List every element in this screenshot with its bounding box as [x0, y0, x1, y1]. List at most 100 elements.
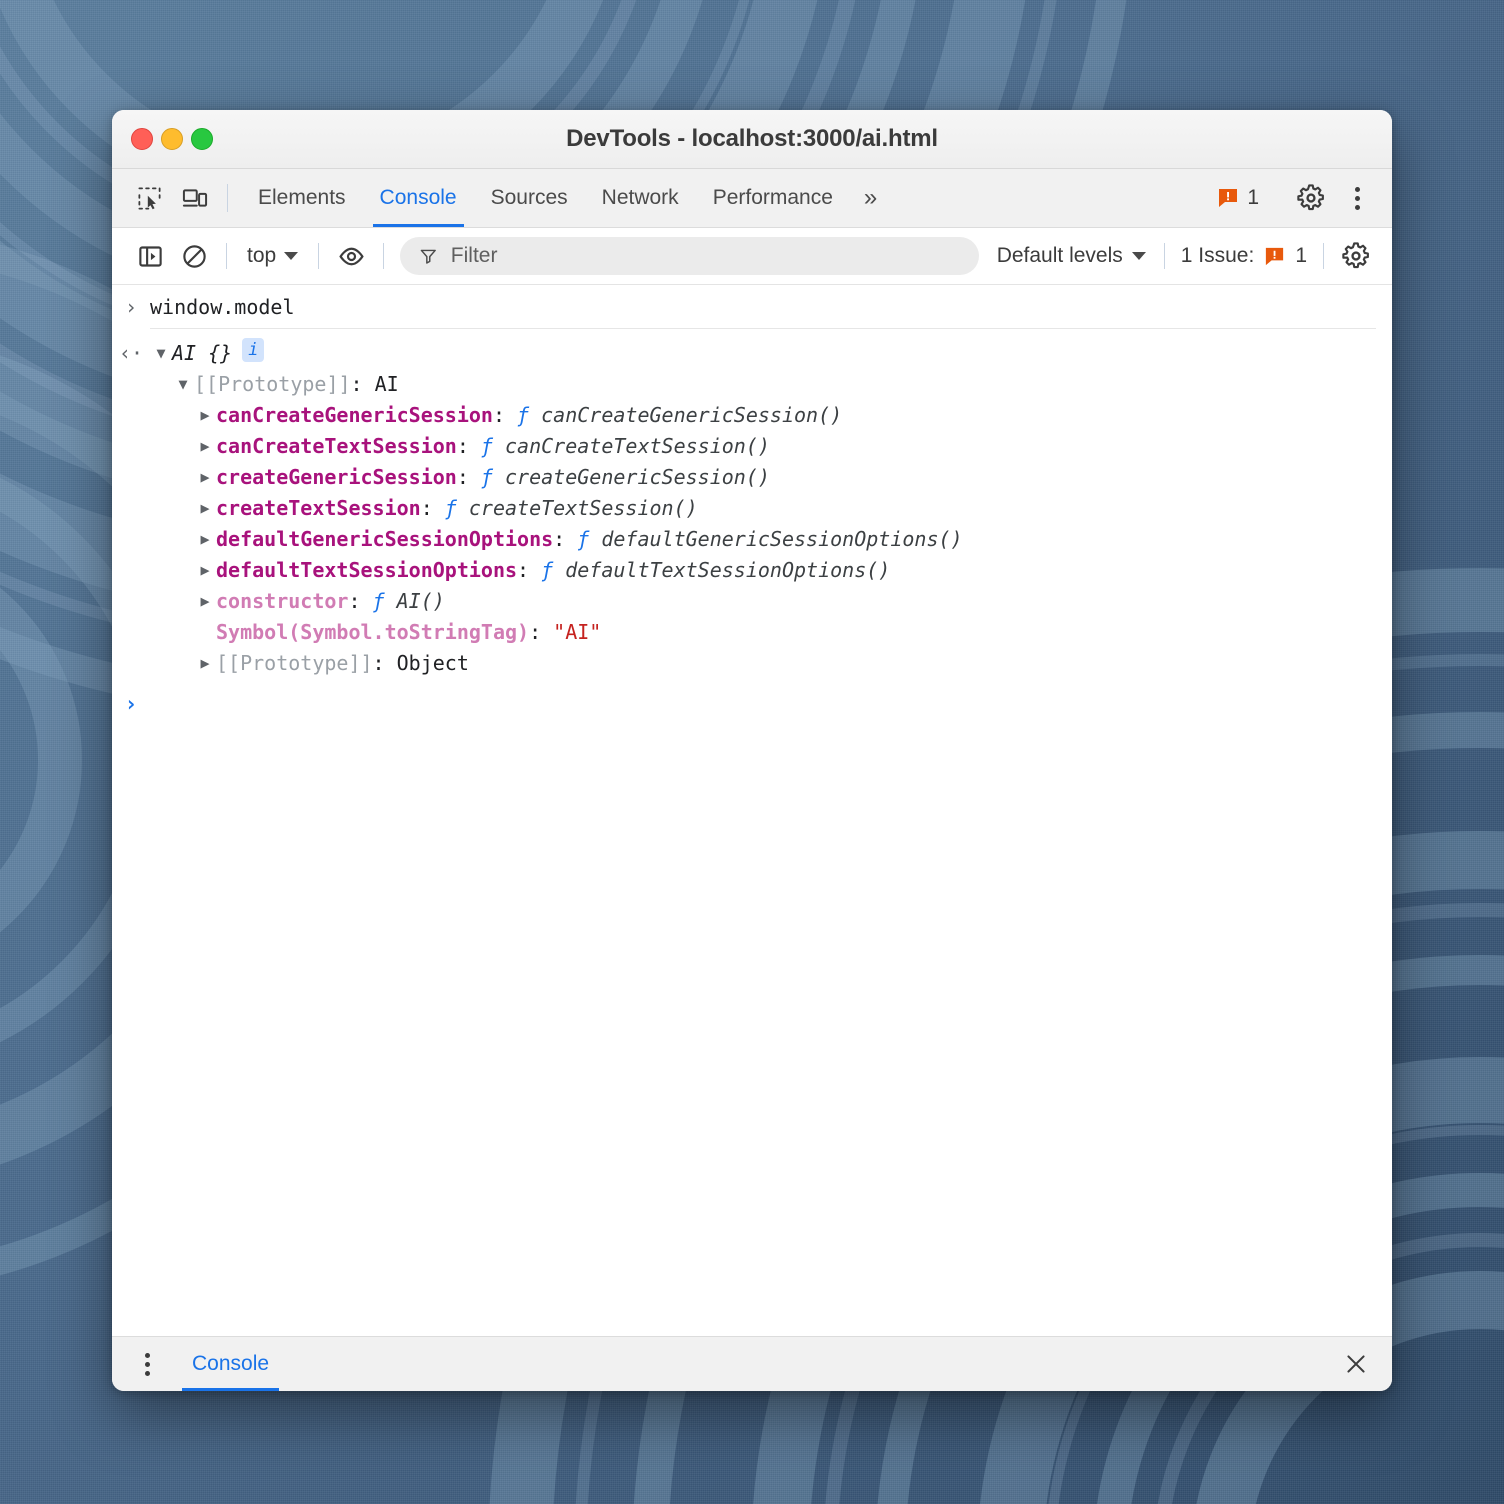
prototype-colon: : [350, 372, 375, 396]
tab-network[interactable]: Network [585, 169, 696, 227]
tab-elements[interactable]: Elements [241, 169, 363, 227]
object-property-row[interactable]: defaultTextSessionOptions: ƒ defaultText… [194, 555, 963, 586]
chevron-down-icon [284, 252, 299, 260]
property-key: defaultTextSessionOptions [216, 558, 518, 582]
console-toolbar-divider-3 [383, 243, 385, 269]
function-signature: createGenericSession() [505, 465, 770, 489]
inspect-element-button[interactable] [126, 169, 172, 227]
device-toolbar-button[interactable] [172, 169, 218, 227]
clear-console-icon [182, 244, 206, 268]
more-panels-button[interactable]: » [850, 169, 891, 227]
issues-badge-button[interactable]: 1 [1206, 186, 1269, 210]
function-signature: canCreateGenericSession() [541, 403, 843, 427]
minimize-window-button[interactable] [161, 128, 183, 150]
gear-icon [1297, 184, 1324, 211]
disclosure-triangle-icon[interactable] [194, 462, 216, 493]
object-root-row[interactable]: AI {} i [150, 338, 963, 369]
property-separator: : [456, 465, 481, 489]
disclosure-triangle-icon[interactable] [172, 369, 194, 400]
property-separator: : [456, 434, 481, 458]
console-settings-button[interactable] [1334, 236, 1378, 276]
window-title: DevTools - localhost:3000/ai.html [566, 125, 938, 152]
device-toolbar-icon [182, 189, 208, 207]
drawer-tabbar: Console [112, 1336, 1392, 1391]
devtools-settings-button[interactable] [1288, 183, 1334, 213]
window-titlebar: DevTools - localhost:3000/ai.html [112, 110, 1392, 169]
clear-console-button[interactable] [172, 236, 216, 276]
console-sidebar-toggle-button[interactable] [128, 236, 172, 276]
console-toolbar-divider-5 [1323, 243, 1324, 269]
console-toolbar-divider-4 [1163, 243, 1165, 269]
log-levels-selector[interactable]: Default levels [989, 237, 1154, 275]
disclosure-triangle-icon[interactable] [194, 648, 216, 679]
tabbar-spacer [891, 169, 1206, 227]
object-property-row[interactable]: createTextSession: ƒ createTextSession() [194, 493, 963, 524]
object-braces: {} [208, 341, 233, 365]
prompt-arrow-icon: › [124, 692, 138, 716]
object-inspector-tree: AI {} i [[Prototype]] : AI canCreateGene… [150, 338, 963, 679]
function-marker-icon: ƒ [480, 434, 506, 458]
function-marker-icon: ƒ [517, 403, 542, 427]
drawer-more-options-button[interactable] [130, 1337, 164, 1391]
close-window-button[interactable] [131, 128, 153, 150]
close-icon [1347, 1355, 1365, 1373]
function-marker-icon: ƒ [372, 589, 397, 613]
prototype-key: [[Prototype]] [194, 372, 351, 396]
function-marker-icon: ƒ [444, 496, 469, 520]
window-controls[interactable] [131, 110, 213, 168]
disclosure-triangle-icon[interactable] [194, 524, 216, 555]
prototype-properties-list: canCreateGenericSession: ƒ canCreateGene… [194, 400, 963, 679]
disclosure-triangle-icon[interactable] [194, 586, 216, 617]
console-row-divider [150, 328, 1376, 329]
function-signature: defaultGenericSessionOptions() [601, 527, 963, 551]
object-property-row[interactable]: defaultGenericSessionOptions: ƒ defaultG… [194, 524, 963, 555]
property-key: createGenericSession [216, 465, 457, 489]
drawer-spacer [285, 1337, 1336, 1391]
object-property-row[interactable]: [[Prototype]]: Object [194, 648, 963, 679]
more-vertical-icon [144, 1352, 150, 1376]
disclosure-triangle-icon[interactable] [194, 493, 216, 524]
result-gutter: ‹· [112, 338, 150, 368]
drawer-tab-console[interactable]: Console [176, 1337, 285, 1391]
object-property-row[interactable]: canCreateTextSession: ƒ canCreateTextSes… [194, 431, 963, 462]
issues-badge-count: 1 [1247, 186, 1259, 209]
object-property-row[interactable]: constructor: ƒ AI() [194, 586, 963, 617]
execution-context-selector[interactable]: top [237, 237, 308, 275]
info-badge-icon[interactable]: i [242, 338, 265, 362]
disclosure-triangle-icon[interactable] [194, 431, 216, 462]
property-key: canCreateGenericSession [216, 403, 493, 427]
property-separator: : [517, 558, 542, 582]
property-key: defaultGenericSessionOptions [216, 527, 554, 551]
live-expression-button[interactable] [329, 236, 373, 276]
tab-console[interactable]: Console [363, 169, 474, 227]
prototype-ai-row[interactable]: [[Prototype]] : AI [172, 369, 963, 400]
console-message-list[interactable]: › window.model ‹· AI {} i [112, 285, 1392, 1336]
drawer-close-button[interactable] [1336, 1337, 1376, 1391]
disclosure-triangle-icon[interactable] [194, 555, 216, 586]
object-property-row[interactable]: canCreateGenericSession: ƒ canCreateGene… [194, 400, 963, 431]
tab-performance[interactable]: Performance [696, 169, 850, 227]
console-toolbar-divider-1 [226, 243, 227, 269]
object-property-row[interactable]: createGenericSession: ƒ createGenericSes… [194, 462, 963, 493]
tabbar-right-controls: 1 [1206, 169, 1380, 227]
tab-sources[interactable]: Sources [474, 169, 585, 227]
console-toolbar-divider-2 [318, 243, 320, 269]
property-separator: : [372, 651, 397, 675]
console-result-row: ‹· AI {} i [[Prototype]] : AI [112, 335, 1392, 682]
result-arrow-icon: ‹· [118, 341, 144, 365]
console-issues-link[interactable]: 1 Issue: 1 [1175, 244, 1313, 268]
disclosure-triangle-icon[interactable] [150, 338, 172, 369]
prompt-arrow-icon: › [124, 295, 138, 319]
console-toolbar: top Default levels 1 Issue: [112, 228, 1392, 285]
zoom-window-button[interactable] [191, 128, 213, 150]
disclosure-triangle-icon[interactable] [194, 400, 216, 431]
property-separator: : [553, 527, 578, 551]
console-input-prompt-row[interactable]: › [112, 682, 1392, 716]
console-filter-box[interactable] [400, 237, 979, 275]
object-property-row[interactable]: Symbol(Symbol.toStringTag): "AI" [194, 617, 963, 648]
property-key: [[Prototype]] [216, 651, 373, 675]
live-expression-eye-icon [339, 247, 364, 265]
property-separator: : [492, 403, 518, 427]
console-filter-input[interactable] [448, 243, 961, 269]
devtools-more-options-button[interactable] [1334, 186, 1380, 210]
